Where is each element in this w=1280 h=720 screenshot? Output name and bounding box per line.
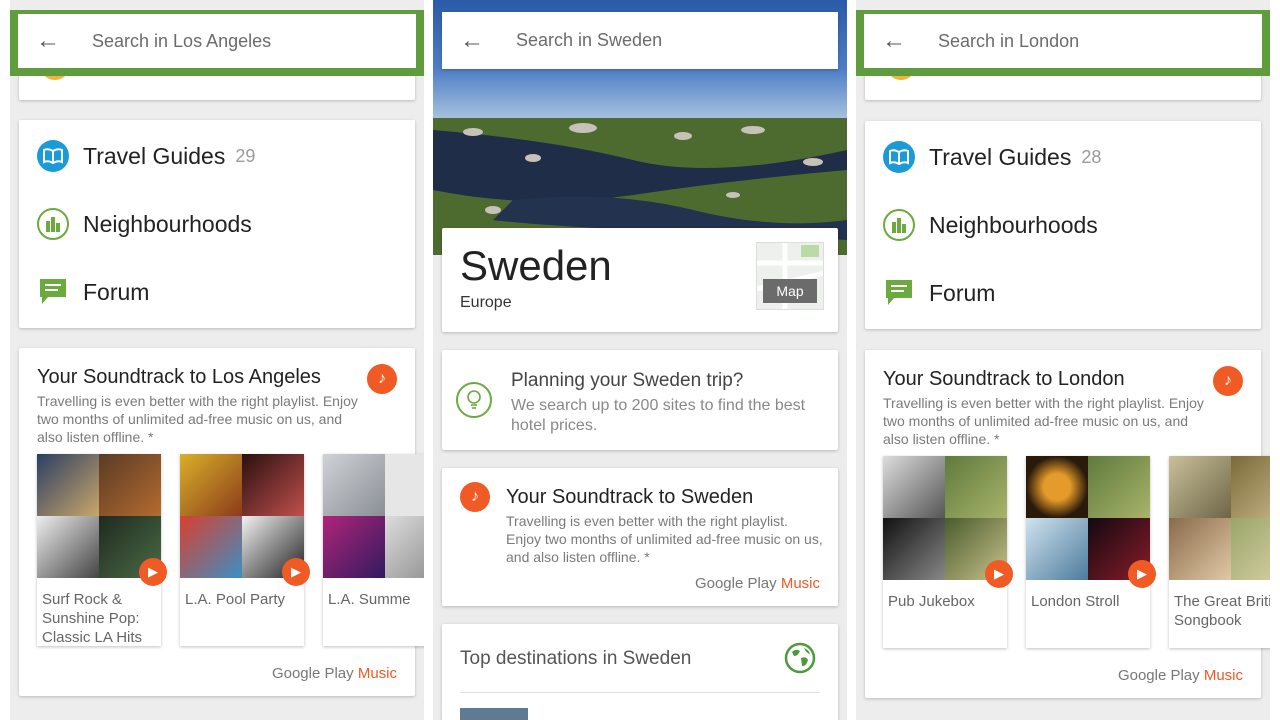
chat-icon [37, 276, 69, 308]
chat-icon [883, 277, 915, 309]
playlist-name: The Great British Songbook [1174, 593, 1270, 629]
play-icon[interactable]: ▶ [282, 558, 310, 586]
playlist-name: L.A. Summe [328, 591, 411, 608]
travel-guides-link[interactable]: Travel Guides 28 [883, 141, 1101, 173]
link-label: Travel Guides [83, 142, 226, 169]
soundtrack-description: Travelling is even better with the right… [506, 513, 823, 565]
arrow-left-icon[interactable]: ← [442, 27, 502, 55]
album-art [180, 454, 304, 578]
forum-link[interactable]: Forum [37, 276, 149, 308]
soundtrack-card: Your Soundtrack to Los Angeles ♪ Travell… [19, 348, 424, 696]
buildings-icon [37, 208, 69, 240]
album-art [1026, 456, 1150, 580]
playlist-name: London Stroll [1031, 593, 1120, 610]
neighbourhoods-link[interactable]: Neighbourhoods [37, 208, 252, 240]
soundtrack-title: Your Soundtrack to Los Angeles [37, 366, 321, 388]
neighbourhoods-link[interactable]: Neighbourhoods [883, 209, 1098, 241]
book-icon [883, 141, 915, 173]
music-note-icon: ♪ [367, 364, 397, 394]
book-icon [37, 140, 69, 172]
destinations-title: Top destinations in Sweden [460, 648, 692, 669]
playlist-card[interactable]: ▶ London Stroll [1026, 456, 1156, 648]
los-angeles-screen: ← Search in Los Angeles Travel Guides 29… [10, 0, 424, 720]
search-highlight: ← Search in Los Angeles [10, 10, 424, 76]
arrow-left-icon[interactable]: ← [864, 27, 924, 55]
soundtrack-title: Your Soundtrack to Sweden [506, 486, 754, 508]
search-placeholder[interactable]: Search in London [938, 31, 1079, 52]
planning-title: Planning your Sweden trip? [511, 370, 744, 391]
brand-prefix: Google Play [271, 665, 354, 682]
playlist-card[interactable]: The Great British Songbook [1169, 456, 1270, 648]
brand-prefix: Google Play [1117, 667, 1200, 684]
planning-card[interactable]: Planning your Sweden trip? We search up … [442, 350, 838, 450]
planning-description: We search up to 200 sites to find the be… [511, 397, 806, 434]
divider [460, 692, 820, 693]
album-art [1169, 456, 1270, 580]
explore-links-card: Travel Guides 28 Neighbourhoods Forum [865, 121, 1261, 329]
london-screen: ← Search in London Travel Guides 28 Neig… [856, 0, 1270, 720]
google-play-music-logo: Google Play Music [695, 575, 820, 592]
playlist-card[interactable]: ▶ L.A. Pool Party [180, 454, 310, 646]
soundtrack-description: Travelling is even better with the right… [883, 395, 1204, 447]
soundtrack-description: Travelling is even better with the right… [37, 393, 358, 445]
map-label: Map [763, 279, 817, 303]
brand-prefix: Google Play [694, 575, 777, 592]
google-play-music-logo: Google Play Music [272, 665, 397, 682]
music-note-icon: ♪ [1213, 366, 1243, 396]
search-placeholder[interactable]: Search in Sweden [516, 30, 662, 51]
album-art [37, 454, 161, 578]
link-label: Neighbourhoods [83, 210, 252, 237]
search-bar[interactable]: ← Search in Sweden [442, 12, 838, 69]
country-region: Europe [460, 294, 512, 311]
brand-suffix: Music [1203, 667, 1243, 684]
link-label: Forum [83, 278, 150, 305]
search-bar[interactable]: ← Search in Los Angeles [18, 14, 416, 68]
album-art [883, 456, 1007, 580]
playlist-name: Pub Jukebox [888, 593, 975, 610]
album-art [323, 454, 424, 578]
arrow-left-icon[interactable]: ← [18, 27, 78, 55]
soundtrack-card: Your Soundtrack to London ♪ Travelling i… [865, 350, 1270, 698]
country-header-card: Sweden Europe Map [442, 228, 838, 332]
play-icon[interactable]: ▶ [139, 558, 167, 586]
brand-suffix: Music [357, 665, 397, 682]
sweden-screen: ← Search in Sweden Sweden Europe Map Pla… [433, 0, 847, 720]
playlist-name: L.A. Pool Party [185, 591, 286, 608]
search-bar[interactable]: ← Search in London [864, 14, 1262, 68]
map-thumbnail[interactable]: Map [756, 242, 824, 310]
top-destinations-card: Top destinations in Sweden [442, 624, 838, 720]
lightbulb-icon [456, 382, 492, 418]
link-label: Forum [929, 279, 996, 306]
link-label: Travel Guides [929, 143, 1072, 170]
forum-link[interactable]: Forum [883, 277, 995, 309]
country-name: Sweden [460, 242, 612, 289]
brand-suffix: Music [780, 575, 820, 592]
explore-links-card: Travel Guides 29 Neighbourhoods Forum [19, 120, 415, 328]
play-icon[interactable]: ▶ [985, 560, 1013, 588]
link-count: 28 [1081, 146, 1102, 167]
google-play-music-logo: Google Play Music [1118, 667, 1243, 684]
soundtrack-card: ♪ Your Soundtrack to Sweden Travelling i… [442, 468, 838, 606]
globe-icon [784, 642, 816, 674]
travel-guides-link[interactable]: Travel Guides 29 [37, 140, 255, 172]
link-label: Neighbourhoods [929, 211, 1098, 238]
playlist-card[interactable]: L.A. Summe [323, 454, 424, 646]
destination-thumbnail[interactable] [460, 708, 528, 720]
music-note-icon: ♪ [460, 482, 490, 512]
buildings-icon [883, 209, 915, 241]
link-count: 29 [235, 145, 256, 166]
playlist-name: Surf Rock & Sunshine Pop: Classic LA Hit… [42, 591, 143, 646]
playlist-card[interactable]: ▶ Surf Rock & Sunshine Pop: Classic LA H… [37, 454, 167, 646]
soundtrack-title: Your Soundtrack to London [883, 368, 1125, 390]
search-placeholder[interactable]: Search in Los Angeles [92, 31, 271, 52]
playlist-card[interactable]: ▶ Pub Jukebox [883, 456, 1013, 648]
play-icon[interactable]: ▶ [1128, 560, 1156, 588]
search-highlight: ← Search in London [856, 10, 1270, 76]
